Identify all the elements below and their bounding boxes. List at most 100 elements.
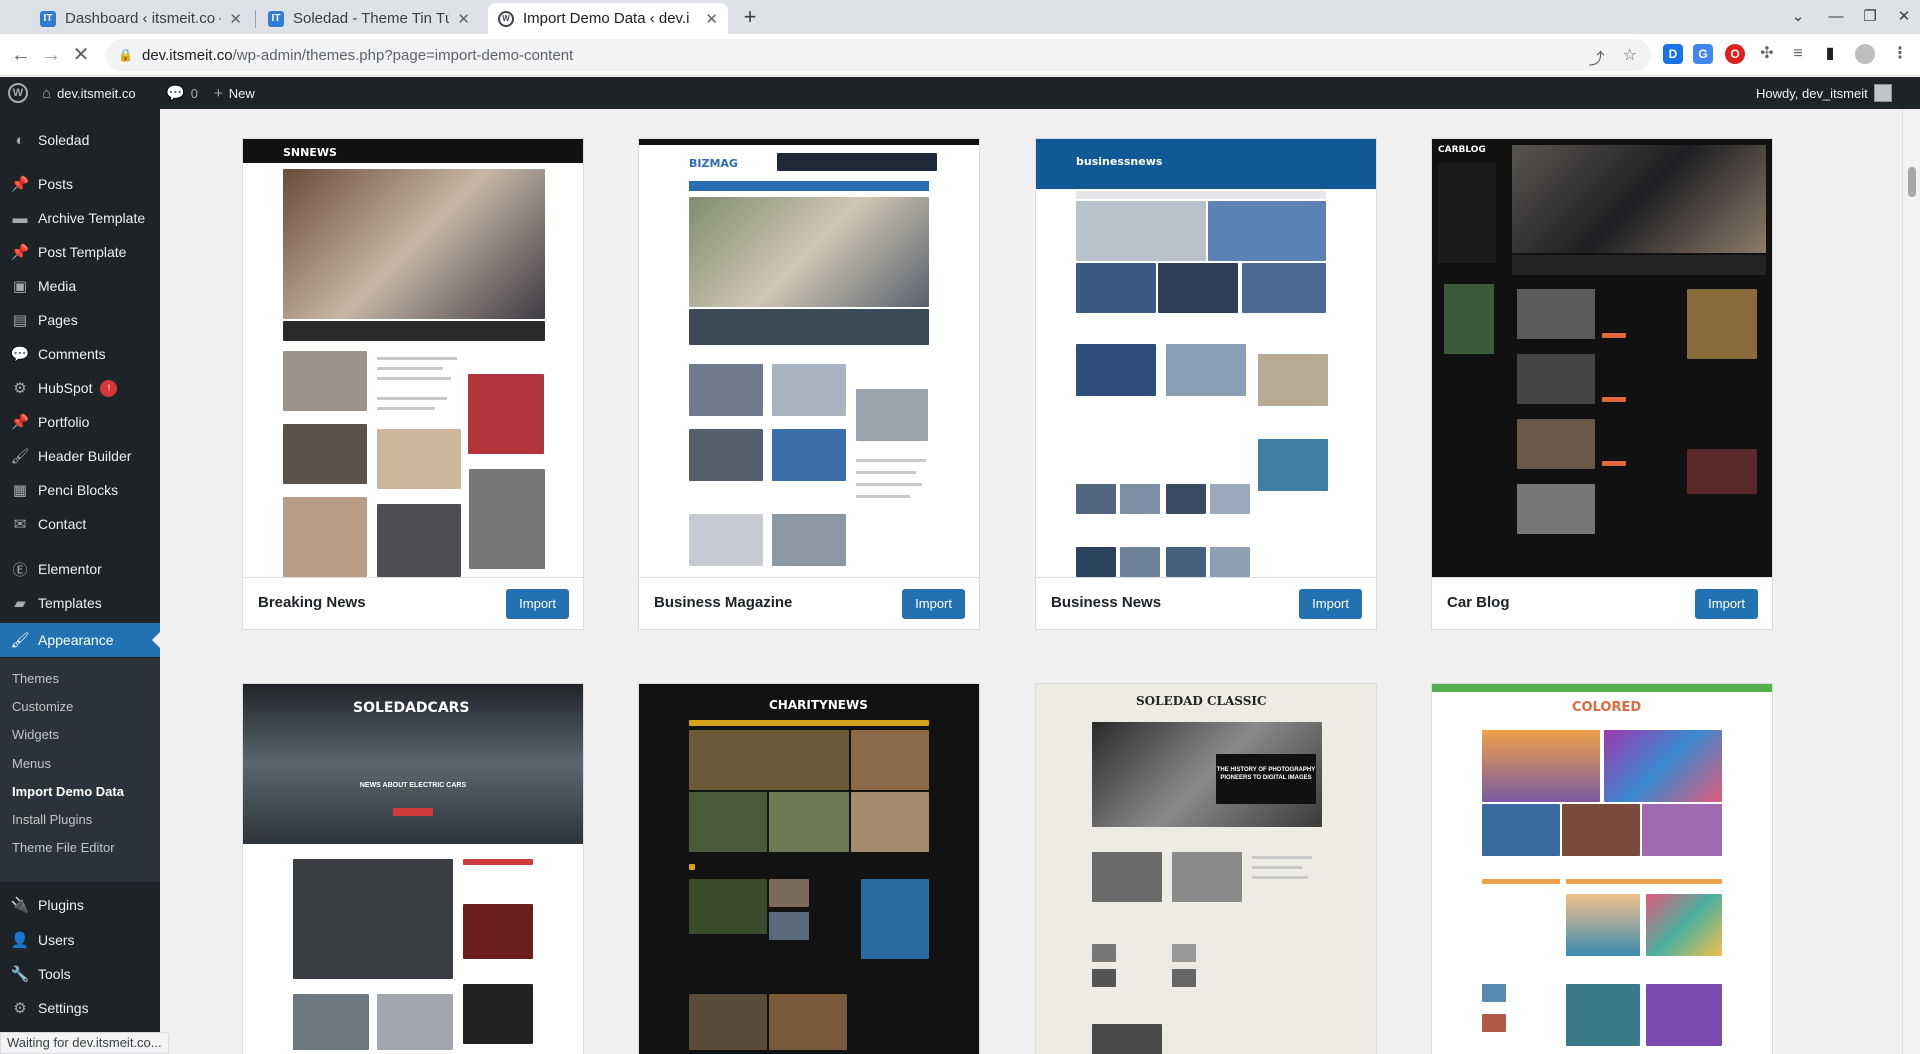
sidebar-item-archive-template[interactable]: ▬ Archive Template — [0, 201, 160, 235]
close-window-button[interactable]: ✕ — [1892, 6, 1916, 28]
import-button[interactable]: Import — [1695, 589, 1758, 619]
sidebar-item-tools[interactable]: 🔧 Tools — [0, 957, 160, 991]
sidebar-item-users[interactable]: 👤 Users — [0, 923, 160, 957]
media-queue-icon[interactable]: ≡ — [1788, 44, 1808, 64]
sidebar-item-plugins[interactable]: 🔌 Plugins — [0, 888, 160, 922]
sidebar-item-label: Archive Template — [38, 210, 146, 226]
pin-icon: 📌 — [10, 414, 30, 431]
profile-avatar-icon[interactable] — [1855, 44, 1875, 64]
sidebar-item-posts[interactable]: 📌 Posts — [0, 167, 160, 201]
sidebar-item-label: Comments — [38, 346, 106, 362]
demo-card: SNNEWS Breaking News Import — [242, 138, 584, 630]
browser-tab-soledad[interactable]: IT Soledad - Theme Tin Tức ✕ — [258, 3, 480, 34]
tab-title: Import Demo Data ‹ dev.i — [523, 10, 690, 27]
my-account-menu[interactable]: Howdy, dev_itsmeit — [1756, 77, 1892, 109]
wordpress-logo-icon: W — [8, 83, 28, 103]
plus-icon: + — [214, 84, 223, 102]
demo-logo-text: businessnews — [1076, 155, 1163, 168]
import-button[interactable]: Import — [506, 589, 569, 619]
back-arrow-icon[interactable]: ← — [8, 42, 34, 68]
sidebar-item-elementor[interactable]: Ⓔ Elementor — [0, 552, 160, 586]
sidebar-item-post-template[interactable]: 📌 Post Template — [0, 235, 160, 269]
sidebar-item-hubspot[interactable]: ⚙ HubSpot! — [0, 371, 160, 405]
close-icon[interactable]: ✕ — [229, 10, 242, 28]
demo-preview-image[interactable]: COLORED — [1432, 684, 1772, 1054]
scrollbar-thumb[interactable] — [1908, 167, 1916, 197]
sidebar-item-label: Media — [38, 278, 77, 294]
share-icon[interactable]: ⤴ — [1589, 45, 1605, 69]
demo-preview-image[interactable]: SOLEDADCARS NEWS ABOUT ELECTRIC CARS — [243, 684, 583, 1054]
demo-preview-image[interactable]: SOLEDAD CLASSIC THE HISTORY OF PHOTOGRAP… — [1036, 684, 1376, 1054]
sidebar-item-label: Soledad — [38, 132, 90, 148]
submenu-themes[interactable]: Themes — [12, 671, 59, 686]
site-name-link[interactable]: ⌂ dev.itsmeit.co — [42, 77, 136, 109]
demo-card-footer: Business News Import — [1036, 577, 1376, 629]
new-tab-button[interactable]: + — [736, 4, 764, 32]
side-panel-icon[interactable]: ▮ — [1820, 44, 1840, 64]
demo-logo-text: SOLEDAD CLASSIC — [1136, 694, 1267, 708]
sidebar-item-contact[interactable]: ✉ Contact — [0, 507, 160, 541]
wrench-icon: 🔧 — [10, 966, 30, 983]
minimize-button[interactable]: — — [1824, 6, 1848, 28]
submenu-customize[interactable]: Customize — [12, 699, 73, 714]
demo-preview-image[interactable]: CARBLOG — [1432, 139, 1772, 577]
comments-icon: 💬 — [10, 346, 30, 363]
sidebar-item-settings[interactable]: ⚙ Settings — [0, 991, 160, 1025]
site-info-icon[interactable]: 🔒 — [118, 48, 133, 62]
forward-arrow-icon[interactable]: → — [38, 42, 64, 68]
sidebar-item-portfolio[interactable]: 📌 Portfolio — [0, 405, 160, 439]
sidebar-item-penci-blocks[interactable]: ▦ Penci Blocks — [0, 473, 160, 507]
browser-menu-icon[interactable]: ⋮ — [1890, 44, 1910, 64]
opera-extension-icon[interactable]: O — [1725, 44, 1745, 64]
demo-title: Business Magazine — [654, 594, 793, 611]
mail-icon: ✉ — [13, 516, 27, 533]
demo-preview-image[interactable]: BIZMAG — [639, 139, 979, 577]
address-bar[interactable]: 🔒 dev.itsmeit.co/wp-admin/themes.php?pag… — [106, 39, 1651, 71]
extensions-puzzle-icon[interactable]: ✣ — [1757, 44, 1777, 64]
close-icon[interactable]: ✕ — [457, 10, 470, 28]
sidebar-item-soledad[interactable]: ◐ Soledad — [0, 123, 160, 157]
sidebar-item-comments[interactable]: 💬 Comments — [0, 337, 160, 371]
submenu-install-plugins[interactable]: Install Plugins — [12, 812, 92, 827]
sidebar-item-media[interactable]: ▣ Media — [0, 269, 160, 303]
wp-logo-menu[interactable]: W — [8, 77, 28, 109]
sidebar-item-header-builder[interactable]: 🖌 Header Builder — [0, 439, 160, 473]
new-label: New — [228, 85, 255, 101]
submenu-import-demo-data[interactable]: Import Demo Data — [12, 784, 124, 799]
browser-tab-import-demo[interactable]: W Import Demo Data ‹ dev.i ✕ — [488, 3, 728, 34]
stop-loading-icon[interactable]: ✕ — [68, 42, 94, 68]
close-icon[interactable]: ✕ — [705, 10, 718, 28]
demo-title: Car Blog — [1447, 594, 1510, 611]
hubspot-icon: ⚙ — [13, 380, 27, 397]
sidebar-item-label: Post Template — [38, 244, 127, 260]
translate-extension-icon[interactable]: G — [1693, 44, 1713, 64]
sidebar-item-pages[interactable]: ▤ Pages — [0, 303, 160, 337]
demo-card: COLORED — [1431, 683, 1773, 1054]
demo-card-footer: Breaking News Import — [243, 577, 583, 629]
brush-icon: 🖌 — [10, 448, 30, 465]
demo-logo-text: SOLEDADCARS — [353, 700, 470, 716]
url-path: /wp-admin/themes.php?page=import-demo-co… — [232, 46, 574, 64]
page-scrollbar[interactable] — [1902, 109, 1920, 1054]
sidebar-item-appearance[interactable]: 🖌 Appearance — [0, 623, 160, 657]
submenu-menus[interactable]: Menus — [12, 756, 51, 771]
avatar — [1873, 84, 1892, 102]
demo-preview-image[interactable]: SNNEWS — [243, 139, 583, 577]
bookmark-star-icon[interactable]: ☆ — [1623, 45, 1637, 69]
sidebar-item-label: Pages — [38, 312, 78, 328]
demo-logo-text: SNNEWS — [283, 146, 337, 159]
new-content-link[interactable]: + New — [214, 77, 255, 109]
browser-tab-dashboard[interactable]: IT Dashboard ‹ itsmeit.co — ✕ — [30, 3, 252, 34]
demo-preview-image[interactable]: businessnews — [1036, 139, 1376, 577]
sidebar-item-label: Elementor — [38, 561, 102, 577]
tab-search-icon[interactable]: ⌄ — [1786, 6, 1810, 28]
maximize-button[interactable]: ❐ — [1858, 6, 1882, 28]
demo-preview-image[interactable]: CHARITYNEWS — [639, 684, 979, 1054]
comments-link[interactable]: 💬 0 — [166, 77, 198, 109]
submenu-widgets[interactable]: Widgets — [12, 727, 59, 742]
extension-d-icon[interactable]: D — [1663, 44, 1683, 64]
import-button[interactable]: Import — [1299, 589, 1362, 619]
import-button[interactable]: Import — [902, 589, 965, 619]
sidebar-item-templates[interactable]: ▰ Templates — [0, 586, 160, 620]
submenu-theme-file-editor[interactable]: Theme File Editor — [12, 840, 115, 855]
